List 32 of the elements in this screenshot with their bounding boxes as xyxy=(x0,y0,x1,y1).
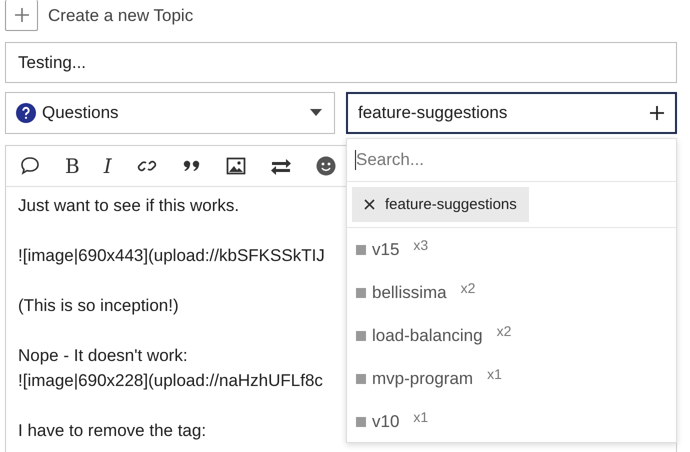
caret-icon xyxy=(310,109,322,117)
category-dropdown[interactable]: Questions xyxy=(5,92,335,134)
plus-icon xyxy=(14,7,30,23)
selected-tag-chip[interactable]: feature-suggestions xyxy=(352,187,529,222)
editor-text: (This is so inception!) xyxy=(18,295,179,317)
close-icon xyxy=(364,199,375,210)
bold-button[interactable]: B xyxy=(65,156,80,176)
tag-option[interactable]: v10 x1 xyxy=(347,400,676,443)
tag-option[interactable]: v15 x3 xyxy=(347,228,676,271)
tag-field[interactable]: feature-suggestions xyxy=(346,92,677,134)
smiley-icon[interactable] xyxy=(316,156,336,176)
square-icon xyxy=(356,416,366,426)
square-icon xyxy=(356,244,366,254)
editor-text: ![image|690x228](upload://naHzhUFLf8c xyxy=(18,370,323,392)
tag-option[interactable]: load-balancing x2 xyxy=(347,314,676,357)
page-heading: Create a new Topic xyxy=(48,6,194,26)
tag-option[interactable]: mvp-program x1 xyxy=(347,357,676,400)
square-icon xyxy=(356,374,366,384)
image-icon[interactable] xyxy=(226,156,246,176)
speech-bubble-icon[interactable] xyxy=(19,155,41,177)
swap-arrows-icon[interactable] xyxy=(270,156,292,176)
editor-text: Nope - It doesn't work: xyxy=(18,345,188,367)
square-icon xyxy=(356,288,366,298)
title-field[interactable]: Testing... xyxy=(5,42,677,83)
create-topic-button[interactable] xyxy=(5,0,38,31)
italic-button[interactable]: I xyxy=(104,156,112,176)
square-icon xyxy=(356,330,366,340)
editor-text: Just want to see if this works. xyxy=(18,195,240,217)
editor-text: ![image|690x443](upload://kbSFKSSkTIJ xyxy=(18,245,325,267)
plus-icon xyxy=(649,105,665,121)
tag-option[interactable]: bellissima x2 xyxy=(347,271,676,314)
editor-text: I have to remove the tag: xyxy=(18,420,206,442)
